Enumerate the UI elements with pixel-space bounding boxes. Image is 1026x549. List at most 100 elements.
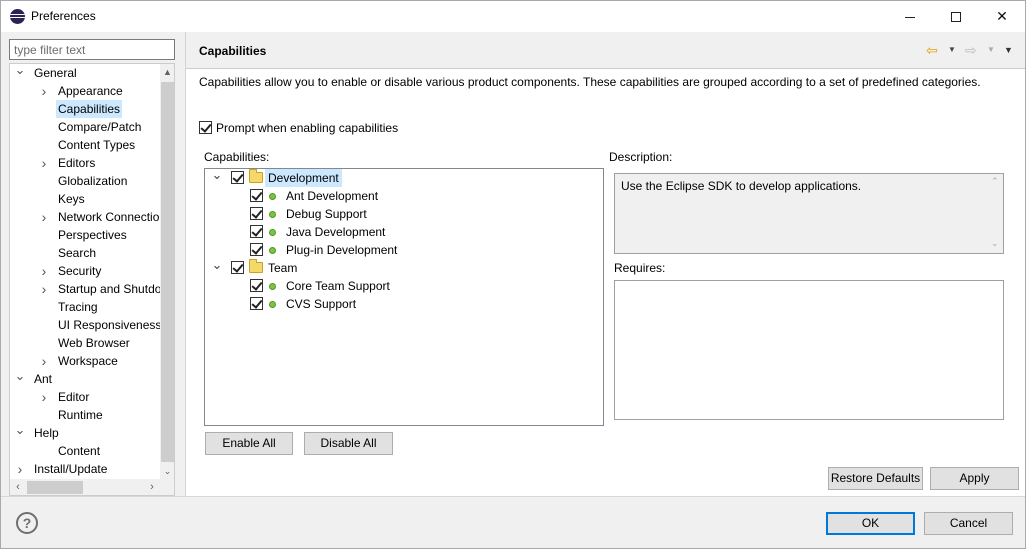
capability-icon (269, 247, 276, 254)
sidebar-item[interactable]: ⌄ General (10, 64, 160, 82)
capability-checkbox[interactable] (250, 189, 263, 202)
collapsed-chevron-icon[interactable]: › (38, 352, 50, 370)
minimize-button[interactable] (887, 1, 933, 32)
sidebar-item-label: Globalization (58, 174, 128, 188)
scroll-right-icon[interactable]: › (144, 479, 160, 495)
sidebar-item[interactable]: › Editor (10, 388, 160, 406)
close-button[interactable]: ✕ (979, 1, 1025, 32)
sidebar-item[interactable]: ⌄ Ant (10, 369, 160, 388)
collapsed-chevron-icon[interactable]: › (38, 280, 50, 298)
sidebar-item[interactable]: Content (10, 442, 160, 460)
capabilities-page: Capabilities allow you to enable or disa… (186, 69, 1025, 496)
sidebar-item[interactable]: › Appearance (10, 82, 160, 100)
sidebar-item-label: Perspectives (58, 228, 127, 242)
sidebar-item[interactable]: › Network Connection (10, 208, 166, 226)
sidebar-item[interactable]: › Security (10, 262, 160, 280)
enable-all-button[interactable]: Enable All (205, 432, 293, 455)
desc-scroll-down-icon[interactable]: ⌄ (991, 238, 999, 249)
page-title: Capabilities (199, 44, 267, 58)
description-box: Use the Eclipse SDK to develop applicati… (614, 173, 1004, 254)
sidebar-item[interactable]: Runtime (10, 406, 160, 424)
collapsed-chevron-icon[interactable]: › (38, 82, 50, 100)
capabilities-label: Capabilities: (204, 150, 270, 164)
scroll-left-icon[interactable]: ‹ (10, 479, 26, 495)
page-header: Capabilities ⇦ ▼ ⇨ ▼ ▼ (186, 32, 1025, 69)
expanded-chevron-icon[interactable]: ⌄ (14, 423, 26, 436)
maximize-button[interactable] (933, 1, 979, 32)
sidebar-item[interactable]: Compare/Patch (10, 118, 160, 136)
sidebar-item[interactable]: Tracing (10, 298, 160, 316)
capability-checkbox[interactable] (250, 207, 263, 220)
prompt-checkbox[interactable] (199, 121, 212, 135)
expanded-chevron-icon[interactable]: ⌄ (14, 64, 26, 76)
category-checkbox[interactable] (231, 171, 244, 184)
collapsed-chevron-icon[interactable]: › (38, 208, 50, 226)
sidebar-item[interactable]: ⌄ Help (10, 423, 160, 442)
view-menu-icon[interactable]: ▼ (1004, 43, 1013, 57)
restore-defaults-button[interactable]: Restore Defaults (828, 467, 923, 490)
forward-arrow-icon[interactable]: ⇨ (965, 43, 977, 57)
sidebar-item-label: Compare/Patch (58, 120, 142, 134)
sidebar-item-label: Network Connection (58, 210, 167, 224)
sidebar-item[interactable]: › Install/Update (10, 460, 160, 478)
requires-box (614, 280, 1004, 420)
sidebar-item[interactable]: Perspectives (10, 226, 160, 244)
collapsed-chevron-icon[interactable]: › (38, 262, 50, 280)
folder-icon (249, 169, 263, 183)
help-icon[interactable]: ? (16, 512, 38, 534)
capability-checkbox[interactable] (250, 243, 263, 256)
collapsed-chevron-icon[interactable]: › (38, 388, 50, 406)
sidebar-item[interactable]: Capabilities (10, 100, 160, 118)
capability-label: Java Development (286, 225, 386, 239)
prompt-checkbox-row[interactable]: Prompt when enabling capabilities (199, 120, 398, 135)
capability-label: Plug-in Development (286, 243, 398, 257)
expanded-chevron-icon[interactable]: ⌄ (14, 369, 26, 382)
sidebar-item-label: UI Responsiveness M (58, 318, 175, 332)
sidebar-item-label: Ant (34, 372, 53, 386)
scroll-down-icon[interactable]: ⌄ (160, 463, 174, 479)
apply-button[interactable]: Apply (930, 467, 1019, 490)
hscroll-thumb[interactable] (27, 481, 83, 494)
capability-checkbox[interactable] (250, 279, 263, 292)
ok-button[interactable]: OK (826, 512, 915, 535)
collapsed-chevron-icon[interactable]: › (14, 460, 26, 478)
minimize-icon (905, 16, 915, 18)
sidebar-item[interactable]: Search (10, 244, 160, 262)
back-arrow-icon[interactable]: ⇦ (926, 43, 938, 57)
capability-checkbox[interactable] (250, 225, 263, 238)
capability-checkbox[interactable] (250, 297, 263, 310)
capability-icon (269, 283, 276, 290)
maximize-icon (951, 12, 961, 23)
sidebar-item[interactable]: Content Types (10, 136, 160, 154)
scroll-thumb[interactable] (161, 82, 174, 462)
disable-all-button[interactable]: Disable All (304, 432, 393, 455)
scroll-up-icon[interactable]: ▲ (160, 64, 174, 80)
description-text: Use the Eclipse SDK to develop applicati… (621, 179, 862, 193)
sidebar-item[interactable]: UI Responsiveness M (10, 316, 174, 334)
cancel-button[interactable]: Cancel (924, 512, 1013, 535)
sidebar-item[interactable]: Keys (10, 190, 160, 208)
filter-input[interactable] (9, 39, 175, 60)
expanded-chevron-icon[interactable]: ⌄ (211, 168, 223, 181)
sidebar-item[interactable]: Web Browser (10, 334, 160, 352)
forward-dropdown-icon[interactable]: ▼ (987, 43, 995, 57)
sidebar-item-label: Workspace (58, 354, 118, 368)
sidebar-item-label: Keys (58, 192, 85, 206)
expanded-chevron-icon[interactable]: ⌄ (211, 258, 223, 271)
back-dropdown-icon[interactable]: ▼ (948, 43, 956, 57)
description-label: Description: (609, 150, 673, 164)
desc-scroll-up-icon[interactable]: ⌃ (991, 176, 999, 187)
preferences-window: Preferences ✕ ⌄ General › Appearance Capabil… (0, 0, 1026, 549)
sidebar-item[interactable]: Globalization (10, 172, 160, 190)
description-scrollbar[interactable]: ⌃ ⌄ (988, 174, 1003, 253)
category-checkbox[interactable] (231, 261, 244, 274)
sidebar-item[interactable]: › Workspace (10, 352, 160, 370)
tree-vertical-scrollbar[interactable]: ▲ ⌄ (160, 64, 174, 479)
sidebar-item[interactable]: › Editors (10, 154, 160, 172)
collapsed-chevron-icon[interactable]: › (38, 154, 50, 172)
sidebar-item-label: Content (58, 444, 101, 458)
sidebar-item[interactable]: › Startup and Shutdown (10, 280, 174, 298)
sidebar-item-label: Runtime (58, 408, 103, 422)
preference-tree: ⌄ General › Appearance Capabilities Compare/P… (9, 63, 175, 496)
tree-horizontal-scrollbar[interactable]: ‹ › (10, 479, 160, 495)
